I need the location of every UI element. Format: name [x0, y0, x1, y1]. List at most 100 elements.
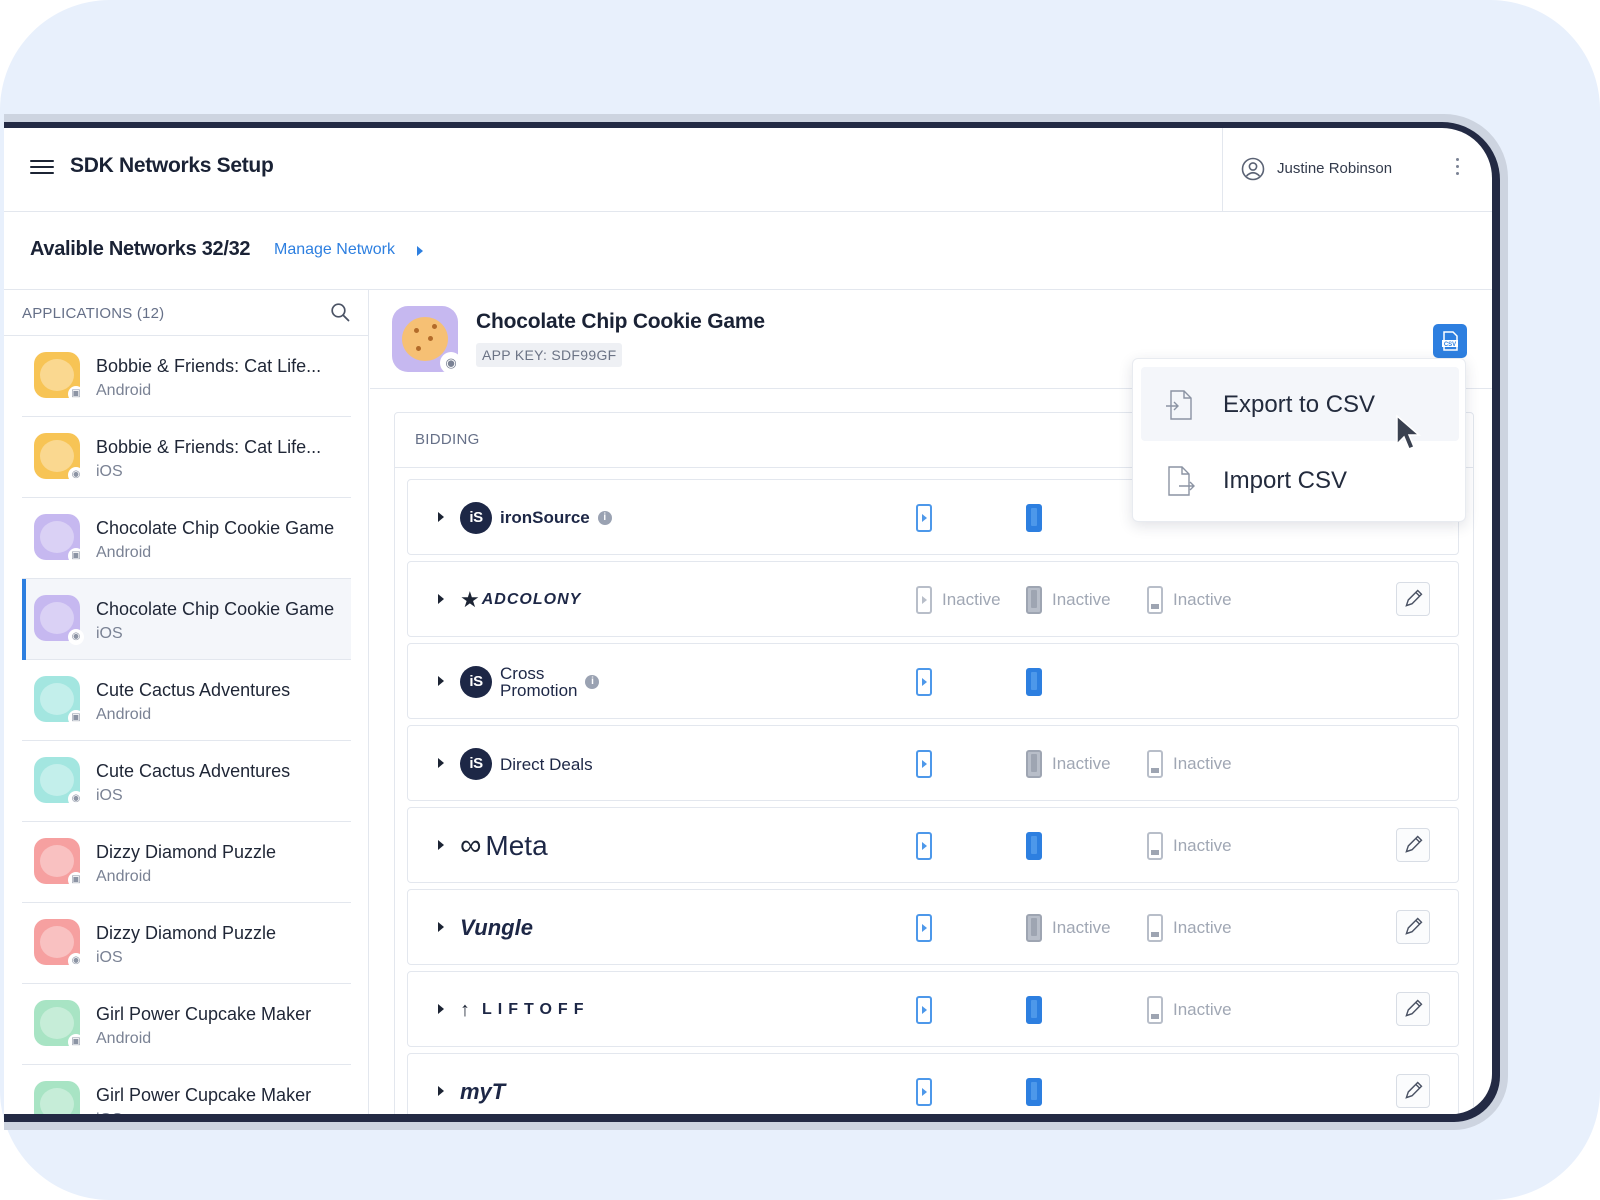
sidebar-app-item[interactable]: ◉Girl Power Cupcake MakeriOS	[22, 1065, 351, 1114]
expand-caret-icon[interactable]	[438, 922, 444, 932]
expand-caret-icon[interactable]	[438, 676, 444, 686]
app-name: Cute Cactus Adventures	[96, 680, 291, 700]
sidebar-app-item[interactable]: ▣ Bobbie & Friends: Cat Life... Android	[22, 336, 351, 417]
networks-summary-bar: Avalible Networks 32/32 Manage Network	[4, 212, 1492, 290]
pencil-icon	[1405, 589, 1423, 607]
device-format-icon	[916, 750, 932, 778]
expand-caret-icon[interactable]	[438, 512, 444, 522]
more-options-icon[interactable]	[1455, 158, 1461, 178]
app-name: Cute Cactus Adventures	[96, 761, 291, 781]
app-platform: iOS	[96, 625, 123, 642]
network-row[interactable]: ↑ LIFTOFF Inactive	[407, 971, 1459, 1047]
sidebar-app-item[interactable]: ◉ Chocolate Chip Cookie Game iOS	[22, 579, 351, 660]
ad-format-status: Inactive	[1026, 584, 1111, 616]
apple-icon: ◉	[68, 629, 84, 645]
csv-button[interactable]: CSV	[1433, 324, 1467, 358]
network-row[interactable]: ★ ADCOLONY Inactive Inactive Inactive	[407, 561, 1459, 637]
edit-button[interactable]	[1396, 582, 1430, 616]
expand-caret-icon[interactable]	[438, 840, 444, 850]
ironsource-badge-icon: iS	[460, 502, 492, 534]
device-format-icon	[916, 668, 932, 696]
ad-format-status: Inactive	[916, 584, 1001, 616]
app-key-badge: APP KEY: SDF99GF	[476, 343, 623, 367]
search-icon[interactable]	[330, 302, 350, 322]
sidebar-app-item[interactable]: ▣ Girl Power Cupcake Maker Android	[22, 984, 351, 1065]
network-name: Meta	[485, 830, 548, 861]
pencil-icon	[1405, 1081, 1423, 1099]
network-row[interactable]: myT	[407, 1053, 1459, 1114]
network-logo: ↑ LIFTOFF	[460, 992, 589, 1028]
expand-caret-icon[interactable]	[438, 594, 444, 604]
pencil-icon	[1405, 999, 1423, 1017]
info-icon[interactable]: i	[585, 675, 600, 689]
sidebar-app-item[interactable]: ▣ Cute Cactus Adventures Android	[22, 660, 351, 741]
apple-icon: ◉	[68, 467, 84, 483]
status-label: Inactive	[1173, 754, 1232, 773]
app-platform: Android	[96, 868, 152, 885]
app-name: Chocolate Chip Cookie Game	[96, 599, 335, 619]
apple-icon: ◉	[440, 352, 462, 374]
edit-button[interactable]	[1396, 992, 1430, 1026]
cupcake-icon	[34, 1081, 80, 1114]
ironsource-badge-icon: iS	[460, 666, 492, 698]
csv-file-icon: CSV	[1442, 331, 1458, 351]
ad-format-status: Inactive	[1147, 584, 1232, 616]
device-format-icon	[1026, 832, 1042, 860]
device-format-icon	[1026, 1078, 1042, 1106]
expand-caret-icon[interactable]	[438, 758, 444, 768]
android-icon: ▣	[68, 1034, 84, 1050]
network-row[interactable]: iS Direct Deals Inactive Inactive	[407, 725, 1459, 801]
device-format-icon	[916, 996, 932, 1024]
app-platform: Android	[96, 544, 152, 561]
manage-network-link[interactable]: Manage Network	[274, 241, 395, 259]
ad-format-status: Inactive	[1147, 830, 1232, 862]
edit-button[interactable]	[1396, 1074, 1430, 1108]
ad-format-status	[1026, 830, 1042, 862]
sidebar-app-item[interactable]: ◉ Bobbie & Friends: Cat Life... iOS	[22, 417, 351, 498]
user-name[interactable]: Justine Robinson	[1277, 160, 1392, 177]
user-area: Justine Robinson	[1222, 128, 1492, 212]
ad-format-status	[1026, 502, 1042, 534]
file-export-icon	[1166, 390, 1192, 420]
android-icon: ▣	[68, 872, 84, 888]
sidebar-app-item[interactable]: ◉ Cute Cactus Adventures iOS	[22, 741, 351, 822]
user-avatar-icon[interactable]	[1241, 157, 1265, 181]
sidebar-app-item[interactable]: ▣ Dizzy Diamond Puzzle Android	[22, 822, 351, 903]
device-format-icon	[916, 586, 932, 614]
applications-sidebar: APPLICATIONS (12) ▣ Bobbie & Friends: Cat…	[4, 290, 369, 1114]
status-label: Inactive	[1052, 754, 1111, 773]
status-label: Inactive	[1052, 590, 1111, 609]
file-import-icon	[1168, 466, 1195, 496]
sidebar-app-item[interactable]: ◉ Dizzy Diamond Puzzle iOS	[22, 903, 351, 984]
status-label: Inactive	[1173, 590, 1232, 609]
network-row[interactable]: Vungle Inactive Inactive	[407, 889, 1459, 965]
ad-format-status	[916, 748, 932, 780]
status-label: Inactive	[1173, 918, 1232, 937]
apple-icon: ◉	[68, 953, 84, 969]
hamburger-menu-icon[interactable]	[30, 156, 54, 180]
expand-caret-icon[interactable]	[438, 1004, 444, 1014]
svg-text:CSV: CSV	[1444, 342, 1456, 348]
network-logo: iS Direct Deals	[460, 746, 593, 782]
app-platform: Android	[96, 1030, 152, 1047]
network-row[interactable]: iS Cross Promotion i	[407, 643, 1459, 719]
status-label: Inactive	[942, 590, 1001, 609]
network-row[interactable]: ∞ Meta Inactive	[407, 807, 1459, 883]
ad-format-status: Inactive	[1026, 912, 1111, 944]
applications-header: APPLICATIONS (12)	[4, 290, 368, 336]
applications-list: ▣ Bobbie & Friends: Cat Life... Android ◉ Bo…	[22, 336, 351, 1114]
network-name: Direct Deals	[500, 754, 593, 774]
pencil-icon	[1405, 835, 1423, 853]
device-format-icon	[1026, 996, 1042, 1024]
export-csv-label: Export to CSV	[1223, 391, 1376, 418]
import-csv-menu-item[interactable]: Import CSV	[1141, 443, 1459, 517]
sidebar-app-item[interactable]: ▣ Chocolate Chip Cookie Game Android	[22, 498, 351, 579]
info-icon[interactable]: i	[597, 511, 612, 525]
top-bar: SDK Networks Setup Justine Robinson	[4, 128, 1492, 212]
network-name: LIFTOFF	[482, 1001, 590, 1018]
expand-caret-icon[interactable]	[438, 1086, 444, 1096]
caret-right-icon	[417, 246, 423, 256]
edit-button[interactable]	[1396, 828, 1430, 862]
edit-button[interactable]	[1396, 910, 1430, 944]
device-format-icon	[1026, 586, 1042, 614]
